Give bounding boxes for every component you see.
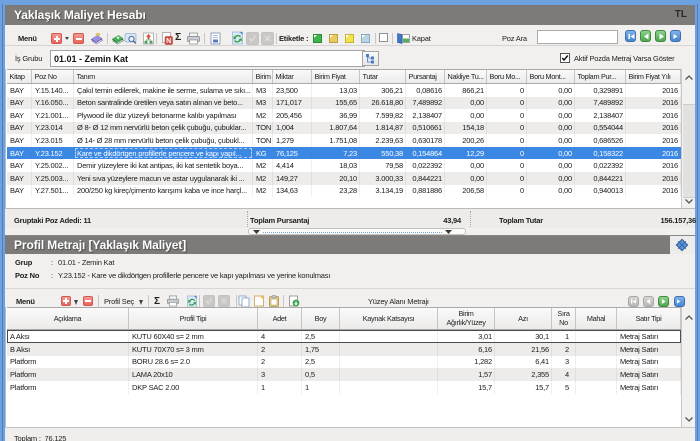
svg-text:N: N (166, 38, 171, 45)
